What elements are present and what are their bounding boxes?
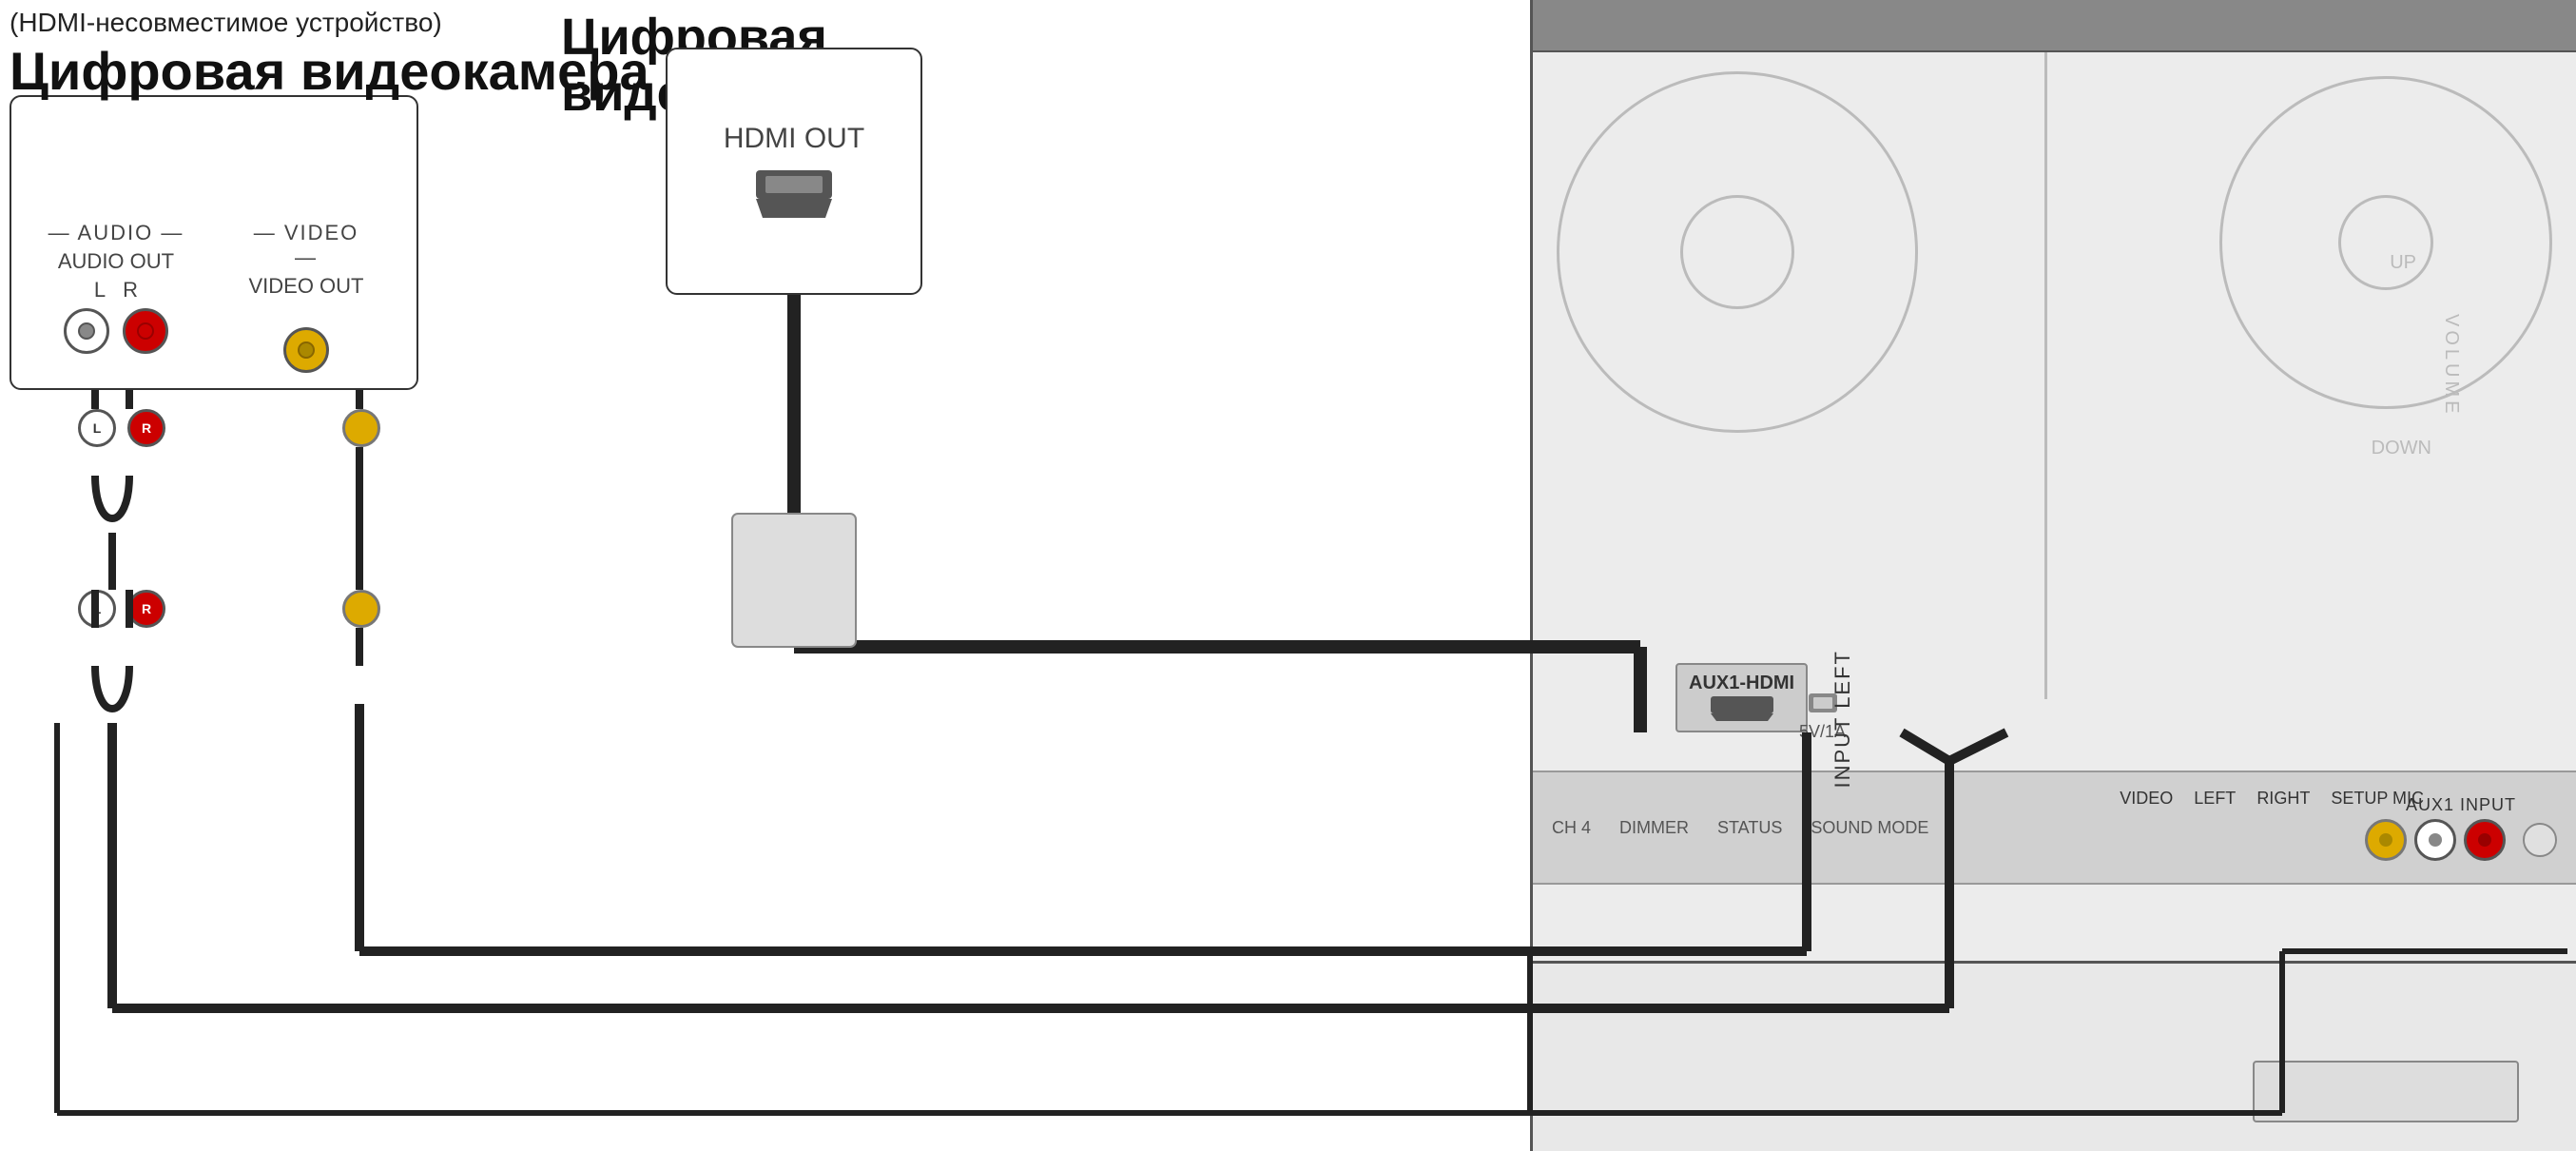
digital-camera-box: HDMI OUT [666, 48, 922, 295]
speaker-device: UP DOWN VOLUME CH 4 DIMMER STATUS SOUND … [1530, 0, 2576, 1151]
audio-dashes: — AUDIO — [30, 221, 202, 245]
control-panel: CH 4 DIMMER STATUS SOUND MODE AUX1 INPUT [1533, 771, 2576, 885]
video-plug-top [342, 409, 380, 447]
video-conn-label: VIDEO [2120, 789, 2173, 809]
aux1-hdmi-area: AUX1-HDMI [1675, 663, 1808, 732]
dimmer-label: DIMMER [1619, 818, 1689, 838]
video-section: — VIDEO — VIDEO OUT [240, 221, 373, 373]
plug-video-bottom-yellow [342, 590, 380, 628]
ch4-label: CH 4 [1552, 818, 1591, 838]
analog-camera-box: — AUDIO — AUDIO OUT L R — VIDEO — VIDEO … [10, 95, 418, 390]
stand-rect [2253, 1061, 2519, 1122]
left-rca-port [2414, 819, 2456, 861]
hdmi-port-icon [751, 168, 837, 221]
right-conn-label: RIGHT [2256, 789, 2310, 809]
connector-labels-row: VIDEO LEFT RIGHT SETUP MIC [2120, 789, 2424, 809]
l-label: L [94, 278, 106, 302]
left-rca-inner [2429, 833, 2442, 847]
speaker-circle-right-inner [2338, 195, 2433, 290]
rca-red-inner [137, 322, 154, 340]
video-dashes: — VIDEO — [240, 221, 373, 270]
aux1-hdmi-port-icon [1709, 694, 1775, 723]
audio-plugs-top: L R [78, 409, 165, 447]
left-conn-label: LEFT [2194, 789, 2236, 809]
audio-connector-row [30, 308, 202, 354]
aux1-hdmi-label: AUX1-HDMI [1689, 673, 1794, 694]
right-rca-inner [2478, 833, 2491, 847]
r-label: R [123, 278, 138, 302]
speaker-top-bar [1533, 0, 2576, 52]
video-out-label: VIDEO OUT [240, 274, 373, 299]
video-connector-row [240, 327, 373, 373]
vertical-divider [2044, 52, 2047, 699]
rca-red-connector [123, 308, 168, 354]
rca-yellow-inner [298, 341, 315, 359]
audio-plugs-bottom: L R [78, 590, 165, 628]
setup-mic-port [2523, 823, 2557, 857]
aux1-connectors [2365, 819, 2557, 861]
sound-mode-label: SOUND MODE [1811, 818, 1928, 838]
audio-section: — AUDIO — AUDIO OUT L R [30, 221, 202, 354]
rca-white-inner [78, 322, 95, 340]
main-container: — AUDIO — AUDIO OUT L R — VIDEO — VIDEO … [0, 0, 2576, 1151]
analog-camera-subtitle: (HDMI-несовместимое устройство) [10, 8, 442, 38]
bottom-stand [1533, 961, 2576, 1151]
setup-mic-conn-label: SETUP MIC [2331, 789, 2424, 809]
plug-r-top-red: R [127, 409, 165, 447]
plug-l-top-white: L [78, 409, 116, 447]
speaker-circle-right [2219, 76, 2552, 409]
up-label: UP [2390, 252, 2416, 274]
speaker-circle-left-inner [1680, 195, 1794, 309]
video-rca-port [2365, 819, 2407, 861]
video-plug-bottom [342, 590, 380, 628]
plug-r-bottom-red: R [127, 590, 165, 628]
down-label: DOWN [2372, 438, 2431, 459]
audio-out-label: AUDIO OUT [30, 249, 202, 274]
speaker-circle-left [1557, 71, 1918, 433]
analog-camera-title: Цифровая видеокамера [10, 40, 649, 102]
status-label: STATUS [1717, 818, 1782, 838]
rca-white-connector [64, 308, 109, 354]
hdmi-out-label: HDMI OUT [724, 123, 864, 155]
right-rca-port [2464, 819, 2506, 861]
plug-video-top-yellow [342, 409, 380, 447]
rca-yellow-connector [283, 327, 329, 373]
lr-row: L R [30, 278, 202, 302]
input-left-text: INPUT LEFT [1830, 650, 1855, 789]
video-rca-inner [2379, 833, 2392, 847]
plug-l-bottom-white: L [78, 590, 116, 628]
volume-label: VOLUME [2440, 314, 2462, 417]
